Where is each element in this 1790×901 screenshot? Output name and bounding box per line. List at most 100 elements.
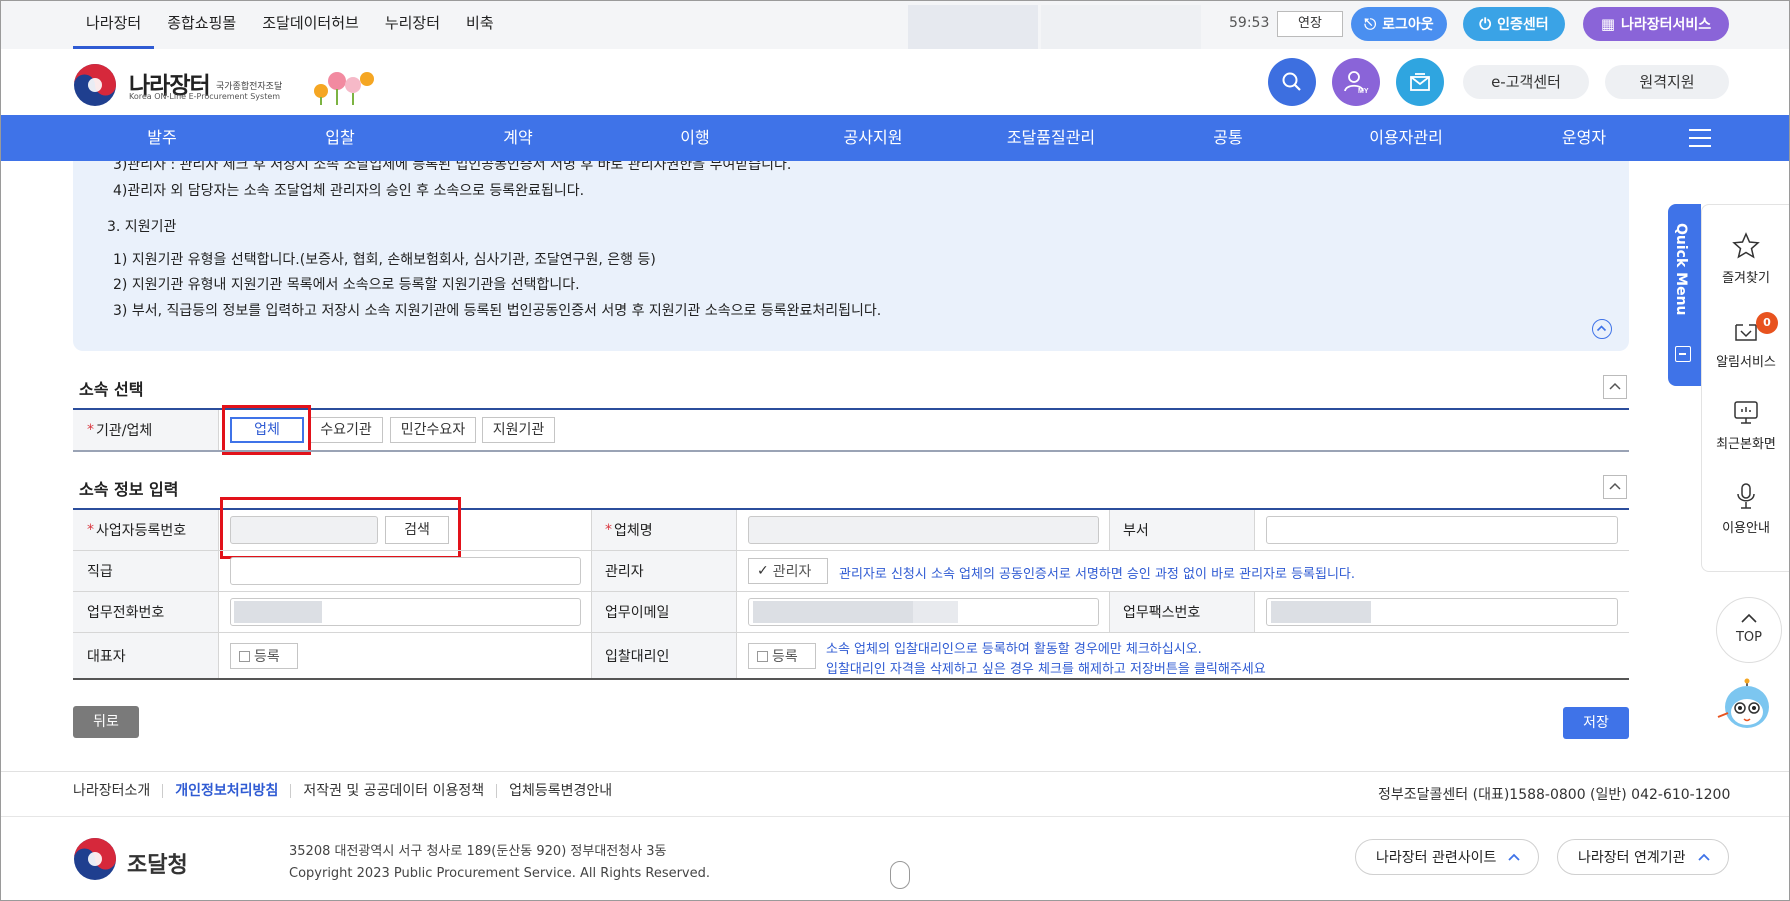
chevron-up-icon (1609, 382, 1621, 390)
scroll-top-button[interactable]: TOP (1716, 597, 1782, 663)
ceo-register-label: 등록 (254, 649, 280, 665)
affiliation-toggle-button[interactable] (1603, 375, 1627, 399)
bid-agent-label-text: 입찰대리인 (605, 648, 670, 665)
monitor-icon (1734, 401, 1758, 424)
linked-orgs-label: 나라장터 연계기관 (1578, 850, 1686, 866)
mainnav-bid[interactable]: 입찰 (325, 115, 354, 161)
quick-favorites-label: 즐겨찾기 (1722, 271, 1770, 286)
mainnav-fulfillment[interactable]: 이행 (680, 115, 709, 161)
info-section-title: 소속 정보 입력 (79, 480, 179, 499)
linked-orgs-dropdown[interactable]: 나라장터 연계기관 (1557, 839, 1729, 875)
footer-divider (1, 771, 1789, 772)
save-button[interactable]: 저장 (1563, 707, 1629, 739)
topnav-datahub[interactable]: 조달데이터허브 (249, 1, 372, 49)
required-mark: * (87, 522, 94, 538)
guide-info-box: 3)관리자 : 관리자 체크 후 저장시 소속 조달업체에 등록된 법인공동인증… (73, 161, 1629, 351)
bid-agent-note: 소속 업체의 입찰대리인으로 등록하여 활동할 경우에만 체크하십시오. (826, 642, 1202, 657)
admin-checkbox[interactable]: ✓ 관리자 (748, 558, 828, 584)
company-name-label: * 업체명 (591, 510, 736, 550)
customer-center-button[interactable]: e-고객센터 (1463, 65, 1589, 99)
footer-link-about[interactable]: 나라장터소개 (73, 784, 162, 798)
quick-recent-label: 최근본화면 (1716, 437, 1776, 452)
footer-link-registration[interactable]: 업체등록변경안내 (496, 784, 624, 798)
user-my-icon: MY (1344, 71, 1369, 95)
org-type-label-text: 기관/업체 (96, 423, 153, 439)
cell-divider (736, 510, 737, 678)
taegeuk-logo-icon[interactable] (73, 63, 117, 107)
info-toggle-button[interactable] (1603, 475, 1627, 499)
org-option-support-agency[interactable]: 지원기관 (482, 417, 555, 443)
cert-center-label: 인증센터 (1497, 17, 1549, 33)
section-bottom-line (73, 450, 1629, 452)
org-option-private-buyer[interactable]: 민간수요자 (390, 417, 476, 443)
naramarket-service-button[interactable]: ▦ 나라장터서비스 (1583, 7, 1729, 41)
redacted-value (1271, 601, 1371, 623)
quick-favorites[interactable]: 즐겨찾기 (1701, 231, 1789, 286)
scroll-mouse-icon (890, 861, 910, 889)
extend-session-button[interactable]: 연장 (1277, 11, 1343, 37)
admin-checkbox-label: 관리자 (772, 564, 812, 580)
minimize-icon[interactable] (1675, 346, 1691, 362)
topnav-nurimarket[interactable]: 누리장터 (372, 1, 453, 49)
mainnav-operator[interactable]: 운영자 (1562, 115, 1606, 161)
check-icon: ✓ (757, 563, 769, 579)
remote-support-button[interactable]: 원격지원 (1605, 65, 1729, 99)
mainnav-common[interactable]: 공통 (1213, 115, 1242, 161)
topnav-stockpile[interactable]: 비축 (453, 1, 507, 49)
back-button[interactable]: 뒤로 (73, 706, 139, 738)
redacted-area (1041, 5, 1201, 49)
department-label: 부서 (1109, 510, 1254, 550)
flower-decoration-icon (314, 72, 374, 105)
department-input[interactable] (1266, 516, 1618, 544)
top-nav: 나라장터 종합쇼핑몰 조달데이터허브 누리장터 비축 (73, 1, 507, 49)
rank-input[interactable] (230, 557, 581, 585)
required-mark: * (605, 522, 612, 538)
phone-label: 업무전화번호 (73, 592, 218, 632)
bid-agent-checkbox[interactable]: 등록 (748, 643, 816, 669)
mainnav-quality[interactable]: 조달품질관리 (1007, 115, 1095, 161)
related-sites-label: 나라장터 관련사이트 (1376, 850, 1497, 866)
quick-guide[interactable]: 이용안내 (1701, 481, 1789, 536)
footer-links: 나라장터소개 개인정보처리방침 저작권 및 공공데이터 이용정책 업체등록변경안… (73, 784, 624, 798)
org-option-demand-agency[interactable]: 수요기관 (309, 417, 383, 443)
related-sites-dropdown[interactable]: 나라장터 관련사이트 (1355, 839, 1539, 875)
search-button[interactable] (1268, 58, 1316, 106)
mainnav-contract[interactable]: 계약 (503, 115, 532, 161)
footer-link-copyright[interactable]: 저작권 및 공공데이터 이용정책 (290, 784, 496, 798)
chevron-up-icon (1609, 482, 1621, 490)
company-name-input[interactable] (748, 516, 1099, 544)
bid-agent-register-label: 등록 (772, 649, 798, 665)
biz-no-label-text: 사업자등록번호 (96, 523, 187, 539)
service-label: 나라장터서비스 (1621, 17, 1712, 33)
checkbox-icon (757, 650, 768, 662)
affiliation-section-title: 소속 선택 (79, 380, 144, 399)
quick-menu-title: Quick Menu (1673, 223, 1689, 316)
session-timer: 59:53 (1229, 15, 1270, 31)
logout-icon: ⎋ (1364, 15, 1377, 33)
site-english-title: Korea ON-Line E-Procurement System (129, 92, 281, 101)
mainnav-user-admin[interactable]: 이용자관리 (1369, 115, 1443, 161)
topnav-naramarket[interactable]: 나라장터 (73, 1, 155, 49)
logout-button[interactable]: ⎋ 로그아웃 (1351, 7, 1447, 41)
topnav-shoppingmall[interactable]: 종합쇼핑몰 (154, 1, 249, 49)
menu-icon[interactable] (1689, 129, 1711, 147)
checkbox-icon (239, 650, 250, 662)
cell-divider (218, 410, 219, 450)
cert-center-button[interactable]: ⏻ 인증센터 (1463, 7, 1565, 41)
cell-divider (1109, 510, 1110, 550)
mainnav-order[interactable]: 발주 (147, 115, 176, 161)
my-page-button[interactable]: MY (1332, 58, 1380, 106)
admin-label: 관리자 (591, 551, 736, 591)
collapse-guide-button[interactable] (1592, 319, 1612, 339)
footer-link-privacy[interactable]: 개인정보처리방침 (162, 784, 290, 798)
quick-recent[interactable]: 최근본화면 (1701, 397, 1789, 452)
svg-text:MY: MY (1358, 88, 1369, 95)
phone-label-text: 업무전화번호 (87, 605, 165, 621)
mainnav-construction[interactable]: 공사지원 (844, 115, 903, 161)
table-bottom-line (73, 678, 1629, 680)
ceo-register-checkbox[interactable]: 등록 (230, 643, 298, 669)
mascot-chatbot-icon[interactable] (1714, 677, 1776, 737)
mail-icon (1410, 73, 1430, 91)
message-button[interactable] (1396, 58, 1444, 106)
chevron-up-icon (1698, 853, 1710, 861)
